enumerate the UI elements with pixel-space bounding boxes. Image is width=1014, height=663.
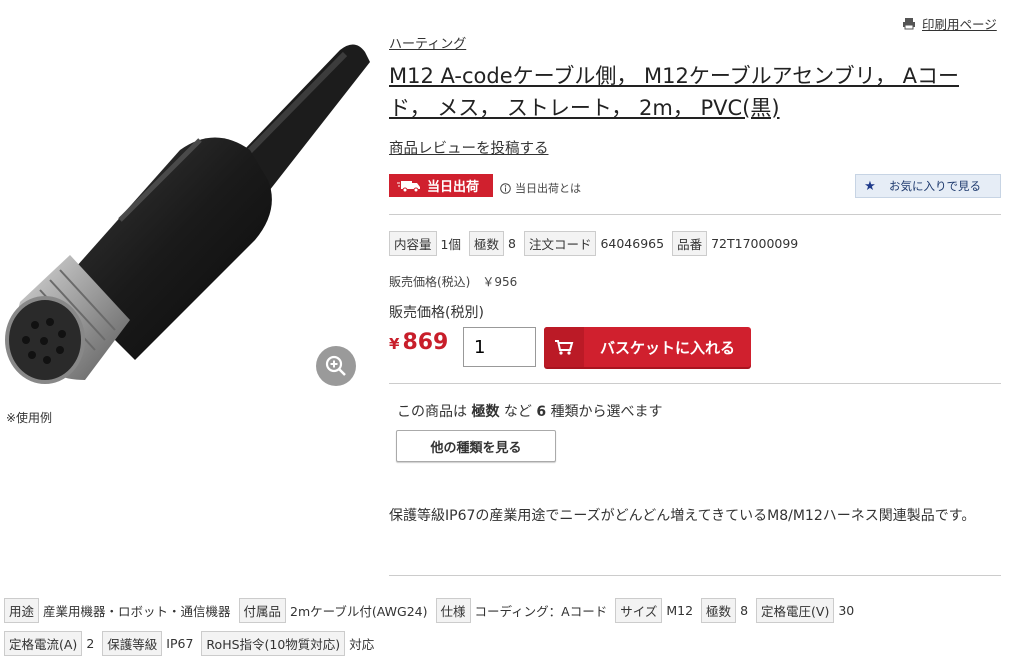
spec-value: 64046965 [600, 236, 665, 251]
sameday-info-label: 当日出荷とは [515, 182, 581, 195]
attr-label: 用途 [4, 598, 40, 623]
attr-value: 2 [86, 636, 95, 651]
cart-icon [544, 327, 584, 367]
attr-value: コーディング：Aコード [474, 604, 608, 619]
price-label: 販売価格(税別) [389, 305, 484, 321]
other-types-button[interactable]: 他の種類を見る [396, 430, 556, 462]
star-icon: ★ [864, 178, 876, 194]
divider [389, 383, 1001, 384]
attr-value: 2mケーブル付(AWG24) [290, 604, 428, 619]
attr-label: 付属品 [238, 598, 287, 623]
attr-label: RoHS指令(10物質対応) [201, 631, 346, 656]
price-amount: 869 [402, 330, 449, 355]
basket-button-label: バスケットに入れる [599, 338, 735, 357]
product-description: 保護等級IP67の産業用途でニーズがどんどん増えてきているM8/M12ハーネス関… [389, 508, 976, 524]
sameday-info-link[interactable]: 当日出荷とは [500, 180, 581, 196]
truck-icon [397, 180, 420, 192]
attribute-row: 用途 産業用機器・ロボット・通信機器 付属品 2mケーブル付(AWG24) 仕様… [4, 598, 862, 623]
print-page-label: 印刷用ページ [922, 17, 997, 32]
attr-label: 保護等級 [102, 631, 163, 656]
attribute-row: 定格電流(A) 2 保護等級 IP67 RoHS指令(10物質対応) 対応 [4, 631, 382, 656]
variant-suffix: 種類から選べます [550, 404, 663, 420]
spec-label: 注文コード [523, 231, 597, 256]
add-to-basket-button[interactable]: バスケットに入れる [544, 327, 751, 367]
currency-symbol: ¥ [389, 335, 400, 353]
attr-label: サイズ [615, 598, 663, 623]
spec-value: 72T17000099 [711, 236, 799, 251]
attr-value: 対応 [349, 637, 375, 652]
variant-attr: 極数 [471, 404, 500, 420]
variant-prefix: この商品は [397, 404, 467, 420]
divider [389, 214, 1001, 215]
attr-value: 産業用機器・ロボット・通信機器 [43, 604, 231, 619]
attr-label: 定格電流(A) [4, 631, 83, 656]
zoom-icon[interactable] [316, 346, 356, 386]
favorite-label: お気に入りで見る [889, 179, 981, 193]
product-image[interactable] [0, 40, 375, 400]
attr-value: 30 [838, 603, 855, 618]
sameday-badge: 当日出荷 [389, 174, 493, 197]
brand-link[interactable]: ハーティング [389, 33, 466, 52]
product-title: M12 A-codeケーブル側， M12ケーブルアセンブリ， Aコード， メス，… [389, 64, 959, 120]
variant-middle: など [503, 404, 532, 420]
printer-icon [903, 18, 915, 30]
spec-label: 品番 [672, 231, 708, 256]
attr-value: 8 [740, 603, 749, 618]
spec-label: 極数 [468, 231, 504, 256]
spec-row: 内容量 1個 極数 8 注文コード 64046965 品番 72T1700009… [389, 231, 806, 256]
price: ¥869 [389, 330, 448, 355]
divider [389, 575, 1001, 576]
attr-value: M12 [666, 603, 694, 618]
attr-label: 極数 [701, 598, 737, 623]
post-review-link[interactable]: 商品レビューを投稿する [389, 137, 549, 158]
print-page-link[interactable]: 印刷用ページ [902, 14, 997, 33]
attr-label: 仕様 [435, 598, 471, 623]
favorite-button[interactable]: ★ お気に入りで見る [855, 174, 1001, 198]
variant-count: 6 [536, 404, 547, 420]
info-icon [500, 182, 511, 194]
attr-label: 定格電圧(V) [756, 598, 835, 623]
image-caption: ※使用例 [6, 411, 53, 425]
spec-label: 内容量 [389, 231, 437, 256]
quantity-input[interactable] [463, 327, 536, 367]
price-tax-included: 販売価格(税込) ￥956 [389, 275, 518, 289]
variant-summary: この商品は 極数 など 6 種類から選べます [397, 401, 663, 421]
attr-value: IP67 [166, 636, 194, 651]
spec-value: 8 [507, 236, 516, 251]
sameday-label: 当日出荷 [427, 180, 480, 195]
spec-value: 1個 [440, 237, 461, 252]
